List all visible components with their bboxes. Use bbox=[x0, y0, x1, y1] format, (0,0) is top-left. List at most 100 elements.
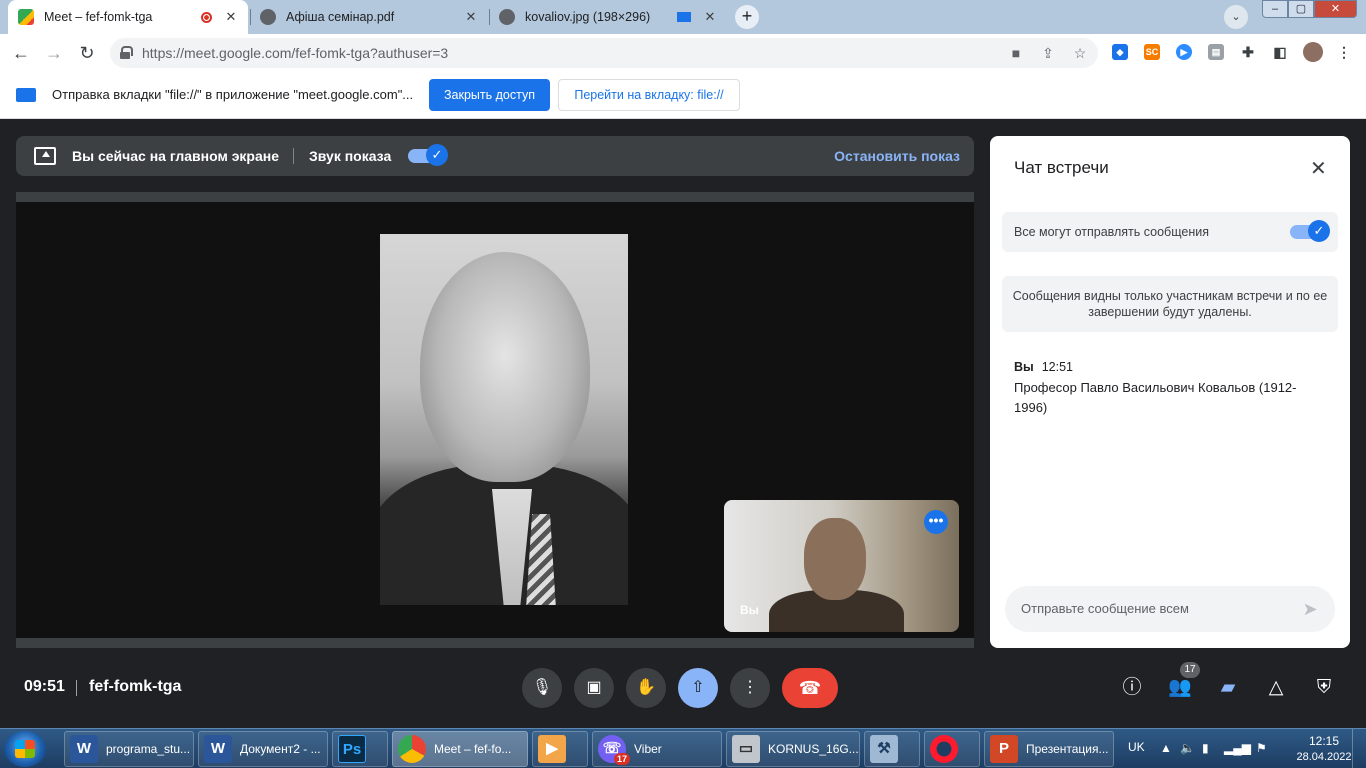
taskbar-item-viber[interactable]: ☏ 17 Viber bbox=[592, 731, 722, 767]
volume-icon[interactable]: 🔈 bbox=[1180, 741, 1195, 755]
tab-sharing-infobar: Отправка вкладки "file://" в приложение … bbox=[0, 71, 1366, 119]
action-center-flag-icon[interactable]: ⚑ bbox=[1256, 741, 1267, 755]
start-button-icon[interactable] bbox=[4, 731, 46, 767]
more-options-icon[interactable]: ••• bbox=[924, 510, 948, 534]
tool-icon: ⚒ bbox=[870, 735, 898, 763]
share-icon[interactable]: ⇪ bbox=[1040, 45, 1056, 61]
meeting-code: fef-fomk-tga bbox=[89, 678, 182, 695]
chat-notice: Сообщения видны только участникам встреч… bbox=[1002, 276, 1338, 332]
recording-indicator-icon bbox=[201, 11, 212, 23]
chat-permission-label: Все могут отправлять сообщения bbox=[1014, 225, 1209, 239]
close-icon[interactable]: ✕ bbox=[1310, 156, 1327, 181]
tab-title: kovaliov.jpg (198×296) bbox=[525, 10, 651, 24]
bookmark-star-icon[interactable]: ☆ bbox=[1072, 45, 1088, 61]
lock-icon bbox=[120, 46, 133, 59]
language-indicator[interactable]: UK bbox=[1128, 740, 1145, 754]
taskbar-item-photoshop[interactable]: Ps bbox=[332, 731, 388, 767]
globe-icon bbox=[499, 9, 515, 25]
google-meet-icon bbox=[18, 9, 34, 25]
tab-pdf[interactable]: Афіша семінар.pdf ✕ bbox=[250, 0, 488, 34]
battery-icon[interactable]: ▮ bbox=[1202, 741, 1209, 755]
message-header: Вы 12:51 bbox=[1014, 360, 1073, 374]
stop-presenting-button[interactable]: Остановить показ bbox=[834, 148, 960, 164]
taskbar-item-word-2[interactable]: W Документ2 - ... bbox=[198, 731, 328, 767]
minimize-icon[interactable]: – bbox=[1262, 0, 1288, 18]
sharing-message: Отправка вкладки "file://" в приложение … bbox=[52, 87, 414, 102]
maximize-icon[interactable]: ▢ bbox=[1288, 0, 1314, 18]
profile-avatar[interactable] bbox=[1303, 42, 1323, 62]
extension-sc-icon[interactable]: SC bbox=[1144, 44, 1160, 60]
meeting-chat-panel: Чат встречи ✕ Все могут отправлять сообщ… bbox=[990, 136, 1350, 648]
back-arrow-icon[interactable]: ← bbox=[8, 40, 34, 66]
people-icon[interactable]: 👥 bbox=[1167, 675, 1193, 701]
address-bar[interactable]: https://meet.google.com/fef-fomk-tga?aut… bbox=[110, 38, 1098, 68]
tab-close-icon[interactable]: ✕ bbox=[703, 9, 717, 25]
tab-meet[interactable]: Meet – fef-fomk-tga ✕ bbox=[8, 0, 248, 34]
camera-icon[interactable]: ▣ bbox=[574, 668, 614, 708]
host-controls-shield-icon[interactable]: ⛨ bbox=[1311, 675, 1337, 701]
tab-title: Meet – fef-fomk-tga bbox=[44, 10, 153, 24]
tab-search-chevron-icon[interactable]: ⌄ bbox=[1224, 5, 1248, 29]
send-icon[interactable]: ➤ bbox=[1299, 598, 1321, 620]
tab-close-icon[interactable]: ✕ bbox=[224, 9, 238, 25]
extension-icon[interactable]: ▤ bbox=[1208, 44, 1224, 60]
chrome-icon bbox=[398, 735, 426, 763]
zoom-extension-icon[interactable]: ▶ bbox=[1176, 44, 1192, 60]
tab-image[interactable]: kovaliov.jpg (198×296) ✕ bbox=[489, 0, 727, 34]
browser-menu-icon[interactable]: ⋮ bbox=[1336, 44, 1352, 60]
windows-taskbar: W programa_stu... W Документ2 - ... Ps M… bbox=[0, 728, 1366, 768]
new-tab-button[interactable]: + bbox=[735, 5, 759, 29]
present-screen-icon bbox=[34, 147, 56, 165]
chat-title: Чат встречи bbox=[1014, 158, 1109, 177]
tab-close-icon[interactable]: ✕ bbox=[464, 9, 478, 25]
word-icon: W bbox=[70, 735, 98, 763]
camera-in-use-icon[interactable]: ■ bbox=[1008, 45, 1024, 61]
reload-icon[interactable]: ↻ bbox=[74, 40, 100, 66]
chat-permission-toggle[interactable]: ✓ bbox=[1290, 220, 1330, 242]
browser-tab-strip: Meet – fef-fomk-tga ✕ Афіша семінар.pdf … bbox=[0, 0, 1366, 34]
side-panel-icon[interactable]: ◧ bbox=[1272, 44, 1288, 60]
present-screen-button-icon[interactable]: ⇧ bbox=[678, 668, 718, 708]
window-close-icon[interactable]: ✕ bbox=[1314, 0, 1357, 18]
puzzle-extensions-icon[interactable]: ✚ bbox=[1240, 44, 1256, 60]
switch-to-tab-button[interactable]: Перейти на вкладку: file:// bbox=[558, 79, 740, 111]
raise-hand-icon[interactable]: ✋ bbox=[626, 668, 666, 708]
powerpoint-icon: P bbox=[990, 735, 1018, 763]
message-sender: Вы bbox=[1014, 360, 1034, 374]
taskbar-item-media[interactable]: ▶ bbox=[532, 731, 588, 767]
extension-icon[interactable]: ◆ bbox=[1112, 44, 1128, 60]
more-options-vertical-icon[interactable]: ⋮ bbox=[730, 668, 770, 708]
stop-sharing-button[interactable]: Закрыть доступ bbox=[429, 79, 550, 111]
presentation-audio-toggle[interactable]: ✓ bbox=[408, 144, 448, 166]
taskbar-item-tool[interactable]: ⚒ bbox=[864, 731, 920, 767]
chat-icon[interactable]: ▰ bbox=[1215, 675, 1241, 701]
url-text[interactable]: https://meet.google.com/fef-fomk-tga?aut… bbox=[142, 45, 448, 61]
taskbar-item-chrome[interactable]: Meet – fef-fo... bbox=[392, 731, 528, 767]
taskbar-item-word-1[interactable]: W programa_stu... bbox=[64, 731, 194, 767]
network-signal-icon[interactable]: ▂▄▆ bbox=[1224, 741, 1251, 755]
tray-clock-time[interactable]: 12:15 bbox=[1294, 734, 1354, 748]
microphone-icon[interactable]: 🎙 bbox=[522, 668, 562, 708]
show-desktop-button[interactable] bbox=[1352, 729, 1366, 768]
taskbar-item-powerpoint[interactable]: P Презентация... bbox=[984, 731, 1114, 767]
self-view-tile[interactable]: Вы ••• bbox=[724, 500, 959, 632]
photoshop-icon: Ps bbox=[338, 735, 366, 763]
show-hidden-icons-icon[interactable]: ▲ bbox=[1160, 741, 1172, 755]
divider bbox=[293, 148, 294, 164]
shared-portrait-image bbox=[380, 234, 628, 605]
globe-icon bbox=[260, 9, 276, 25]
viber-badge: 17 bbox=[614, 753, 630, 765]
end-call-icon[interactable]: ☎ bbox=[782, 668, 838, 708]
viber-icon: ☏ 17 bbox=[598, 735, 630, 765]
chat-input[interactable]: Отправьте сообщение всем ➤ bbox=[1005, 586, 1335, 632]
opera-icon bbox=[930, 735, 958, 763]
taskbar-item-opera[interactable] bbox=[924, 731, 980, 767]
checkmark-icon: ✓ bbox=[1308, 220, 1330, 242]
taskbar-item-drive[interactable]: ▭ KORNUS_16G... bbox=[726, 731, 860, 767]
casting-screen-icon bbox=[677, 12, 691, 22]
meeting-info-icon[interactable]: ⓘ bbox=[1119, 675, 1145, 701]
activities-icon[interactable]: △ bbox=[1263, 675, 1289, 701]
forward-arrow-icon[interactable]: → bbox=[41, 40, 67, 66]
participants-count-badge: 17 bbox=[1180, 662, 1200, 678]
message-text: Професор Павло Васильович Ковальов (1912… bbox=[1014, 380, 1297, 415]
